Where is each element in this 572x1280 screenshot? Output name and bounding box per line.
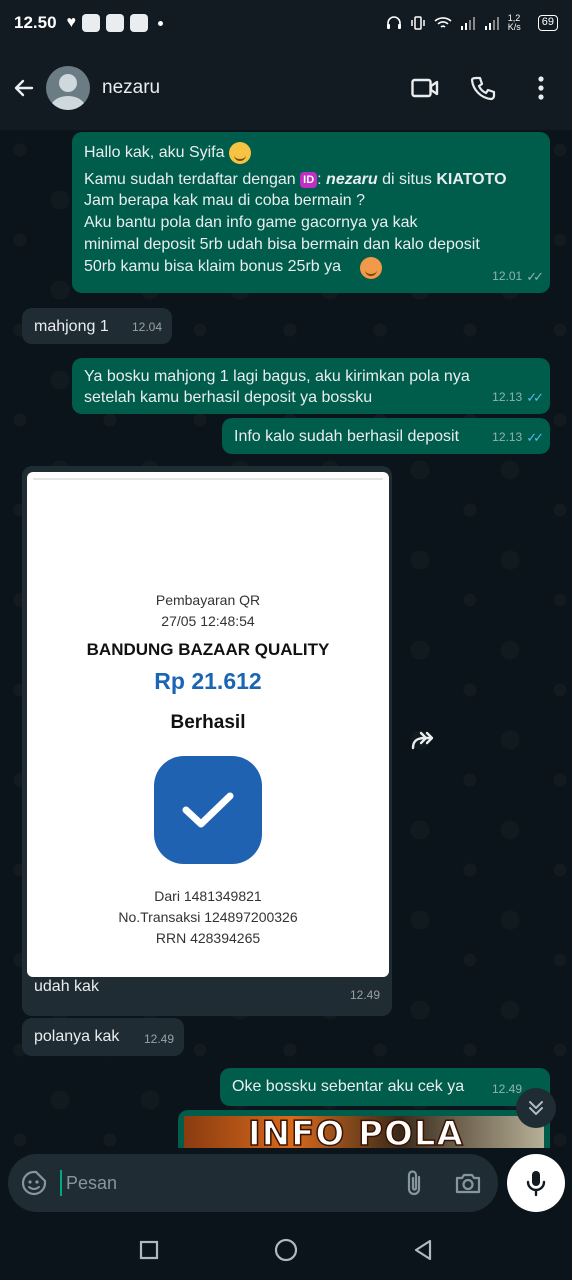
smiling-emoji-icon (228, 142, 251, 164)
username-text: nezaru (326, 171, 378, 188)
image-message-outgoing[interactable]: INFO POLA (178, 1110, 550, 1148)
message-meta: 12.13 ✓✓ (492, 427, 544, 448)
message-time: 12.04 (131, 320, 162, 334)
message-bubble-outgoing[interactable]: Ya bosku mahjong 1 lagi bagus, aku kirim… (72, 358, 550, 414)
heart-eyes-emoji-icon (360, 257, 382, 279)
app-notification-icon (106, 14, 125, 32)
home-button[interactable] (271, 1235, 301, 1265)
message-time: 12.49 (349, 988, 380, 1002)
microphone-icon (526, 1171, 546, 1197)
message-text: Hallo kak, aku Syifa (84, 144, 225, 162)
message-text: Ya bosku mahjong 1 lagi bagus, aku kirim… (84, 368, 470, 406)
message-input[interactable] (60, 1170, 400, 1196)
message-text: mahjong 1 (34, 318, 109, 335)
chat-area[interactable]: Hallo kak, aku Syifa Kamu sudah terdafta… (0, 130, 572, 1148)
message-meta: 12.13 ✓✓ (492, 387, 544, 408)
recent-apps-button[interactable] (134, 1235, 164, 1265)
double-check-read-icon: ✓✓ (526, 430, 544, 445)
network-speed: 1,2 K/s (507, 13, 521, 32)
scroll-to-bottom-button[interactable] (516, 1088, 556, 1128)
message-text: udah kak (34, 978, 99, 995)
id-badge-icon: ID (300, 171, 318, 188)
message-bubble-incoming[interactable]: polanya kak 12.49 (22, 1018, 184, 1056)
message-meta: 12.49 (144, 1029, 174, 1050)
message-meta: 12.49 (492, 1079, 522, 1100)
double-check-icon: ✓✓ (526, 269, 544, 284)
message-text: di situs (382, 171, 432, 188)
message-text: Oke bossku sebentar aku cek ya (232, 1078, 465, 1095)
more-options-icon[interactable] (526, 73, 556, 103)
vibrate-icon (411, 16, 425, 30)
signal-icon (484, 17, 499, 30)
microphone-button[interactable] (507, 1154, 565, 1212)
status-time: 12.50 (14, 13, 57, 32)
payment-receipt-image[interactable]: Pembayaran QR 27/05 12:48:54 BANDUNG BAZ… (27, 472, 389, 977)
message-time: 12.49 (491, 1082, 522, 1096)
app-notification-icon (130, 14, 149, 32)
receipt-transaction: No.Transaksi 124897200326 (118, 909, 298, 925)
battery-indicator: 69 (537, 15, 558, 31)
status-bar: 12.50 ♥ 1,2 K/s 69 (0, 0, 572, 46)
message-line: Kamu sudah terdaftar dengan ID: nezaru d… (84, 171, 507, 188)
back-arrow-icon[interactable] (10, 74, 38, 102)
message-time: 12.01 (492, 269, 523, 283)
video-call-icon[interactable] (410, 73, 440, 103)
site-name-text: KIATOTO (436, 171, 507, 188)
message-line: Hallo kak, aku Syifa (84, 142, 538, 164)
message-text: Kamu sudah terdaftar dengan (84, 171, 296, 188)
attach-icon[interactable] (400, 1169, 428, 1197)
divider (33, 478, 383, 480)
back-button[interactable] (408, 1235, 438, 1265)
avatar[interactable] (46, 66, 90, 110)
composer-pill (8, 1154, 498, 1212)
receipt-title: Pembayaran QR (155, 592, 261, 608)
image-message-incoming[interactable]: Pembayaran QR 27/05 12:48:54 BANDUNG BAZ… (22, 466, 392, 1016)
message-text: Jam berapa kak mau di coba bermain ? Aku… (84, 192, 480, 275)
more-notifications-icon (158, 20, 164, 26)
system-navigation-bar (0, 1220, 572, 1280)
success-check-icon (154, 756, 262, 864)
chat-header: nezaru (0, 46, 572, 130)
message-bubble-incoming[interactable]: mahjong 1 12.04 (22, 308, 172, 344)
message-time: 12.13 (492, 430, 523, 444)
double-check-read-icon: ✓✓ (526, 390, 544, 405)
message-text: Info kalo sudah berhasil deposit (234, 428, 460, 445)
signal-icon (460, 17, 475, 30)
wifi-icon (434, 17, 452, 28)
message-meta: 12.04 (132, 317, 162, 338)
heart-notification-icon: ♥ (66, 14, 77, 31)
message-bubble-outgoing[interactable]: Info kalo sudah berhasil deposit 12.13 ✓… (222, 418, 550, 454)
receipt-datetime: 27/05 12:48:54 (161, 613, 255, 629)
receipt-merchant: BANDUNG BAZAAR QUALITY (86, 640, 330, 659)
app-notification-icon (82, 14, 101, 32)
message-bubble-outgoing[interactable]: Oke bossku sebentar aku cek ya 12.49 (220, 1068, 550, 1106)
receipt-status: Berhasil (170, 712, 246, 733)
message-bubble-outgoing[interactable]: Hallo kak, aku Syifa Kamu sudah terdafta… (72, 132, 550, 293)
sticker-icon[interactable] (20, 1169, 48, 1197)
message-composer (0, 1148, 572, 1220)
receipt-amount: Rp 21.612 (154, 668, 262, 694)
camera-icon[interactable] (454, 1169, 482, 1197)
promo-image-text: INFO POLA (247, 1113, 464, 1148)
message-time: 12.49 (143, 1032, 174, 1046)
message-text: polanya kak (34, 1028, 120, 1045)
contact-name[interactable]: nezaru (102, 77, 160, 99)
voice-call-icon[interactable] (468, 73, 498, 103)
headset-icon (386, 16, 401, 29)
double-chevron-down-icon (529, 1101, 543, 1115)
forward-icon[interactable] (408, 726, 438, 756)
message-meta: 12.01 ✓✓ (492, 266, 544, 287)
receipt-rrn: RRN 428394265 (155, 930, 261, 946)
message-time: 12.13 (492, 390, 523, 404)
receipt-from: Dari 1481349821 (154, 888, 262, 904)
